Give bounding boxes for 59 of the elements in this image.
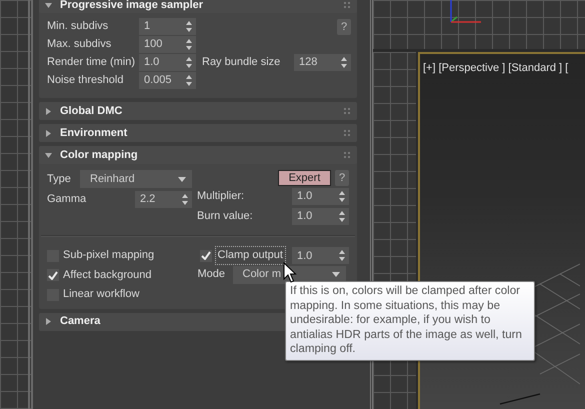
spinner-arrows-icon bbox=[186, 57, 192, 68]
grip-icon bbox=[344, 2, 351, 8]
field-label: Mode bbox=[198, 267, 226, 282]
cursor-icon bbox=[283, 262, 297, 284]
number-spinner[interactable]: 1.0 bbox=[292, 247, 349, 264]
grip-icon bbox=[344, 152, 351, 158]
spinner-arrows-icon bbox=[186, 39, 192, 50]
field-label: Min. subdivs bbox=[47, 19, 110, 34]
checkbox[interactable] bbox=[200, 250, 212, 262]
expand-triangle-icon bbox=[45, 108, 52, 114]
field-label: Max. subdivs bbox=[47, 37, 112, 52]
spinner-arrows-icon bbox=[341, 57, 347, 68]
spinner-arrows-icon bbox=[339, 191, 345, 202]
number-spinner[interactable]: 1.0 bbox=[292, 188, 349, 205]
checkbox-label[interactable]: Linear workflow bbox=[63, 286, 140, 304]
number-spinner[interactable]: 128 bbox=[294, 54, 351, 71]
grip-icon bbox=[344, 130, 351, 136]
field-label: Type bbox=[47, 172, 72, 186]
checkbox-label[interactable]: Clamp output bbox=[216, 247, 285, 264]
field-label: Burn value: bbox=[197, 209, 254, 224]
help-button[interactable]: ? bbox=[337, 18, 351, 34]
spinner-arrows-icon bbox=[339, 250, 345, 262]
caret-icon bbox=[178, 176, 186, 182]
collapse-triangle-icon bbox=[45, 152, 52, 158]
axis-gizmo-icon bbox=[448, 0, 484, 25]
tooltip: If this is on, colors will be clamped after color mapping. In some situations, this may be undesirable: for example, if you wish to antialias HDR parts of the image as well, turn clamping off. bbox=[285, 281, 535, 360]
checkmark-icon bbox=[200, 251, 210, 260]
field-label: Gamma bbox=[47, 192, 88, 207]
checkmark-icon bbox=[48, 270, 58, 280]
caret-icon bbox=[332, 272, 340, 277]
field-label: Noise threshold bbox=[47, 73, 124, 88]
number-spinner[interactable]: 0.005 bbox=[139, 72, 196, 89]
checkbox-label[interactable]: Affect background bbox=[63, 266, 152, 284]
field-label: Render time (min) bbox=[47, 55, 136, 70]
expand-triangle-icon bbox=[45, 318, 52, 325]
viewport-label[interactable]: [+] [Perspective ] [Standard ] [ bbox=[420, 54, 585, 82]
rollout-header[interactable]: Global DMC bbox=[39, 102, 357, 120]
rollout-header[interactable]: Environment bbox=[39, 124, 357, 142]
spinner-arrows-icon bbox=[182, 194, 188, 205]
number-spinner[interactable]: 100 bbox=[139, 36, 196, 53]
field-label: Multiplier: bbox=[197, 189, 246, 204]
spinner-arrows-icon bbox=[186, 75, 192, 86]
number-spinner[interactable]: 1.0 bbox=[139, 54, 196, 71]
number-spinner[interactable]: 2.2 bbox=[135, 191, 192, 208]
checkbox-label[interactable]: Sub-pixel mapping bbox=[63, 247, 154, 264]
checkbox[interactable] bbox=[47, 269, 59, 282]
expand-triangle-icon bbox=[45, 130, 52, 136]
collapse-triangle-icon bbox=[45, 2, 52, 8]
help-button[interactable]: ? bbox=[335, 170, 349, 186]
number-spinner[interactable]: 1.0 bbox=[292, 208, 349, 225]
grip-icon bbox=[344, 108, 351, 114]
expert-button[interactable]: Expert bbox=[278, 170, 331, 186]
number-spinner[interactable]: 1 bbox=[139, 18, 196, 35]
rollout-header[interactable]: Progressive image sampler bbox=[39, 0, 357, 13]
spinner-arrows-icon bbox=[339, 211, 345, 222]
field-label: Ray bundle size bbox=[202, 55, 282, 70]
dropdown[interactable]: Reinhard bbox=[80, 170, 192, 188]
spinner-arrows-icon bbox=[186, 21, 192, 32]
rollout-header[interactable]: Color mapping bbox=[39, 146, 357, 164]
